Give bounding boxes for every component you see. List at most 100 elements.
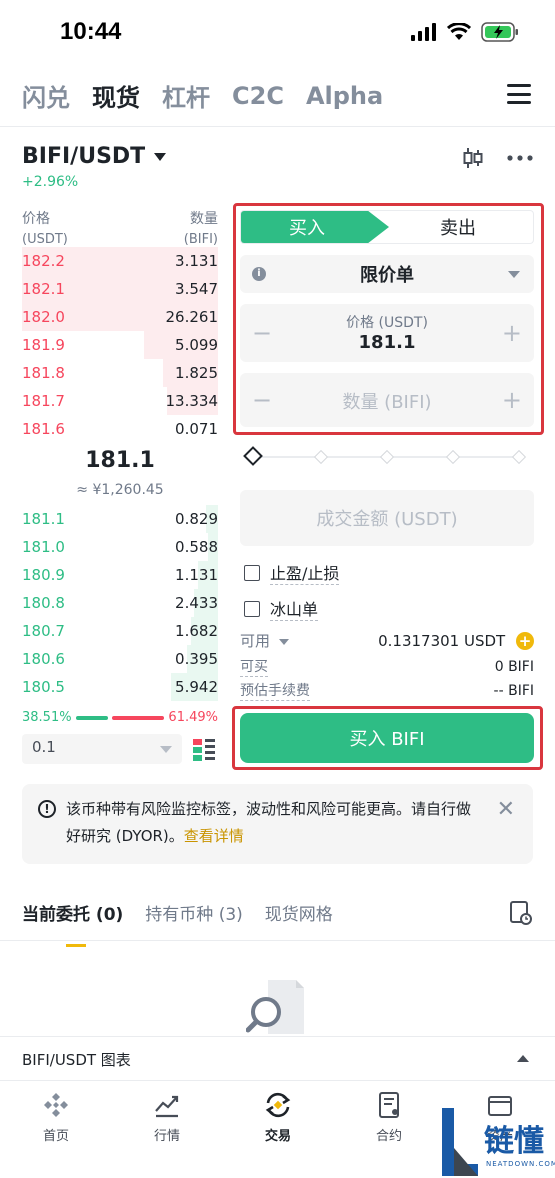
orderbook-qty: 5.099 — [175, 336, 218, 354]
iceberg-label: 冰山单 — [270, 596, 319, 621]
orderbook-row[interactable]: 180.8 2.433 — [22, 589, 218, 617]
caret-up-icon — [517, 1055, 529, 1062]
nav-futures-label: 合约 — [375, 1129, 402, 1144]
chart-drawer[interactable]: BIFI/USDT 图表 — [0, 1036, 555, 1080]
orderbook-row[interactable]: 182.1 3.547 — [22, 275, 218, 303]
slider-mark-25[interactable] — [313, 449, 329, 465]
orderbook-price: 181.8 — [22, 364, 65, 382]
available-value: 0.1317301 USDT — [378, 631, 506, 650]
orderbook-qty: 0.395 — [175, 650, 218, 668]
amount-slider[interactable] — [243, 446, 527, 466]
tab-convert[interactable]: 闪兑 — [22, 78, 70, 113]
orderbook-price: 180.9 — [22, 566, 65, 584]
ratio-bar-buy — [75, 715, 109, 720]
slider-mark-75[interactable] — [445, 449, 461, 465]
clock: 10:44 — [60, 18, 122, 45]
orderbook-row[interactable]: 180.6 0.395 — [22, 645, 218, 673]
orderbook-row[interactable]: 180.5 5.942 — [22, 673, 218, 701]
tab-alpha[interactable]: Alpha — [306, 82, 383, 110]
orderbook-qty: 5.942 — [175, 678, 218, 696]
orders-tabs: 当前委托 (0) 持有币种 (3) 现货网格 — [22, 900, 333, 947]
risk-details-link[interactable]: 查看详情 — [184, 827, 244, 845]
max-buy-label: 可买 — [240, 656, 268, 677]
orderbook-price: 181.1 — [22, 510, 65, 528]
tab-spot-grid[interactable]: 现货网格 — [265, 900, 333, 925]
fee-value: -- BIFI — [493, 682, 534, 699]
orderbook-qty: 13.334 — [165, 392, 219, 410]
caret-down-icon — [160, 746, 172, 753]
tab-holdings[interactable]: 持有币种 (3) — [145, 900, 242, 925]
site-watermark-logo: 链懂 NEATDOWN.COM — [438, 1108, 555, 1178]
orderbook-price: 182.2 — [22, 252, 65, 270]
slider-handle[interactable] — [243, 446, 263, 466]
slider-mark-100[interactable] — [511, 449, 527, 465]
total-input[interactable]: 成交金额 (USDT) — [240, 490, 534, 546]
add-funds-icon[interactable]: + — [516, 631, 534, 650]
nav-markets-label: 行情 — [153, 1129, 180, 1144]
orderbook-qty: 3.547 — [175, 280, 218, 298]
fee-row: 预估手续费 -- BIFI — [240, 680, 534, 701]
tab-open-orders[interactable]: 当前委托 (0) — [22, 900, 123, 947]
orderbook-price: 181.0 — [22, 538, 65, 556]
status-icons — [411, 22, 519, 42]
ratio-bar — [75, 715, 165, 720]
orderbook-row[interactable]: 180.9 1.131 — [22, 561, 218, 589]
orderbook-qty: 0.829 — [175, 510, 218, 528]
fee-label: 预估手续费 — [240, 680, 310, 701]
orderbook-layout-icon[interactable] — [192, 738, 216, 762]
orderbook-price: 181.7 — [22, 392, 65, 410]
nav-futures[interactable]: 合约 — [349, 1091, 429, 1144]
orderbook-row[interactable]: 181.8 1.825 — [22, 359, 218, 387]
slider-mark-50[interactable] — [379, 449, 395, 465]
orderbook-price: 180.5 — [22, 678, 65, 696]
more-options-icon[interactable] — [507, 155, 533, 161]
tab-margin[interactable]: 杠杆 — [162, 78, 210, 113]
nav-markets[interactable]: 行情 — [127, 1091, 207, 1144]
iceberg-checkbox[interactable]: 冰山单 — [244, 596, 319, 621]
trade-exchange-icon — [265, 1092, 291, 1118]
caret-down-icon — [278, 639, 289, 645]
orderbook-price: 180.6 — [22, 650, 65, 668]
divider — [0, 126, 555, 127]
tab-spot[interactable]: 现货 — [92, 78, 140, 113]
trade-mode-tabs: 闪兑 现货 杠杆 C2C Alpha — [22, 78, 383, 113]
orderbook-row[interactable]: 180.7 1.682 — [22, 617, 218, 645]
sell-ratio: 61.49% — [168, 710, 218, 725]
orderbook-price: 182.1 — [22, 280, 65, 298]
total-placeholder: 成交金额 (USDT) — [316, 509, 458, 530]
orderbook-row[interactable]: 181.7 13.334 — [22, 387, 218, 415]
empty-state-icon — [246, 980, 304, 1034]
orderbook-row[interactable]: 181.6 0.071 — [22, 415, 218, 443]
orderbook-row[interactable]: 181.9 5.099 — [22, 331, 218, 359]
tab-c2c[interactable]: C2C — [232, 82, 284, 110]
pair-selector[interactable]: BIFI/USDT — [22, 144, 167, 169]
close-icon[interactable]: ✕ — [497, 796, 515, 823]
qty-column-unit: (BIFI) — [183, 232, 218, 247]
hamburger-menu-icon[interactable] — [505, 80, 533, 108]
orderbook-price: 181.9 — [22, 336, 65, 354]
watermark-text: 链懂 — [484, 1124, 544, 1159]
status-bar: 10:44 — [0, 0, 555, 70]
orderbook-qty: 3.131 — [175, 252, 218, 270]
tpsl-checkbox[interactable]: 止盈/止损 — [244, 560, 340, 585]
orderbook-price: 180.7 — [22, 622, 65, 640]
buy-sell-ratio: 38.51% 61.49% — [22, 710, 218, 725]
orderbook-row[interactable]: 182.2 3.131 — [22, 247, 218, 275]
signal-icon — [411, 23, 436, 41]
home-logo-icon — [44, 1093, 68, 1117]
orderbook-row[interactable]: 182.0 26.261 — [22, 303, 218, 331]
futures-document-icon — [379, 1092, 399, 1118]
nav-trade[interactable]: 交易 — [238, 1091, 318, 1144]
order-history-icon[interactable] — [509, 900, 533, 926]
depth-precision-select[interactable]: 0.1 — [22, 734, 182, 764]
nav-home[interactable]: 首页 — [16, 1091, 96, 1144]
orderbook-price: 182.0 — [22, 308, 65, 326]
orderbook-qty: 26.261 — [165, 308, 219, 326]
orderbook-header: 价格 (USDT) 数量 (BIFI) — [22, 208, 218, 247]
orderbook-row[interactable]: 181.1 0.829 — [22, 505, 218, 533]
max-buy-row: 可买 0 BIFI — [240, 656, 534, 677]
candlestick-chart-icon[interactable] — [461, 146, 485, 170]
orderbook-row[interactable]: 181.0 0.588 — [22, 533, 218, 561]
available-selector[interactable]: 可用 — [240, 630, 289, 651]
watermark-l-icon — [442, 1108, 478, 1176]
